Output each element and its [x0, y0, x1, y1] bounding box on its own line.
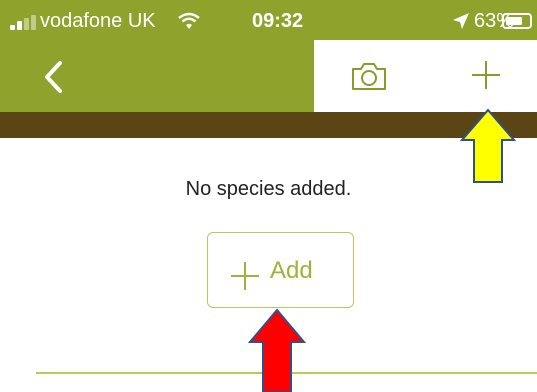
- plus-icon: [231, 262, 259, 290]
- nav-actions: [314, 40, 537, 112]
- camera-icon[interactable]: [350, 60, 388, 92]
- carrier-name: vodafone UK: [40, 10, 156, 32]
- add-species-button[interactable]: Add: [207, 232, 354, 308]
- brown-band: [0, 112, 537, 138]
- location-arrow-icon: [453, 13, 469, 29]
- yellow-arrow-annotation: [459, 108, 517, 183]
- add-species-plus-icon[interactable]: [471, 60, 501, 90]
- wifi-icon: [178, 12, 200, 29]
- empty-state-message: No species added.: [185, 178, 352, 200]
- red-arrow-annotation: [247, 308, 307, 392]
- back-chevron-icon[interactable]: [40, 60, 70, 94]
- battery-icon: [502, 13, 532, 29]
- signal-strength-icon: [10, 14, 44, 30]
- status-time: 09:32: [252, 10, 304, 32]
- navigation-bar: [0, 40, 537, 112]
- add-button-label: Add: [270, 257, 313, 284]
- status-bar: vodafone UK 09:32 63%: [0, 0, 537, 40]
